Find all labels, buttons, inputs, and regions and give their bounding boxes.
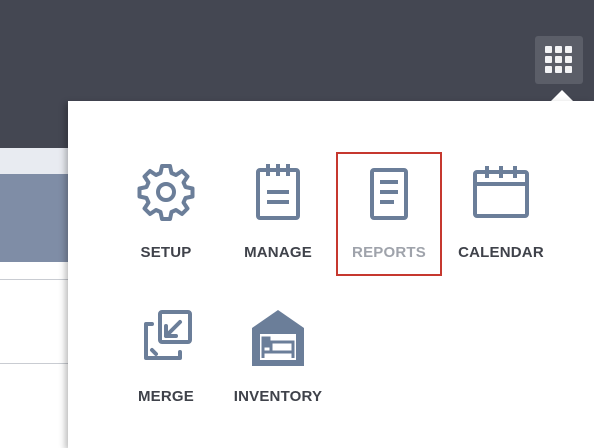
apps-grid-button[interactable] [535, 36, 583, 84]
divider [0, 279, 70, 280]
menu-item-label: SETUP [140, 244, 192, 261]
menu-item-reports[interactable]: REPORTS [336, 152, 442, 276]
menu-item-label: MERGE [137, 388, 194, 405]
menu-item-inventory[interactable]: INVENTORY [226, 298, 330, 416]
calendar-icon [469, 160, 533, 224]
menu-item-label: MANAGE [244, 244, 312, 261]
menu-item-merge[interactable]: MERGE [114, 298, 218, 416]
menu-item-label: CALENDAR [458, 244, 544, 261]
menu-item-label: REPORTS [352, 244, 426, 261]
menu-item-manage[interactable]: MANAGE [226, 152, 330, 270]
house-bed-icon [246, 306, 310, 370]
divider [0, 363, 70, 364]
background-panel [0, 174, 70, 262]
merge-icon [134, 306, 198, 370]
menu-item-label: INVENTORY [233, 388, 323, 405]
subheader-strip [0, 148, 70, 174]
menu-item-calendar[interactable]: CALENDAR [450, 152, 552, 270]
document-icon [357, 162, 421, 226]
menu-caret [551, 90, 573, 101]
clipboard-icon [246, 160, 310, 224]
gear-icon [134, 160, 198, 224]
menu-item-setup[interactable]: SETUP [114, 152, 218, 270]
